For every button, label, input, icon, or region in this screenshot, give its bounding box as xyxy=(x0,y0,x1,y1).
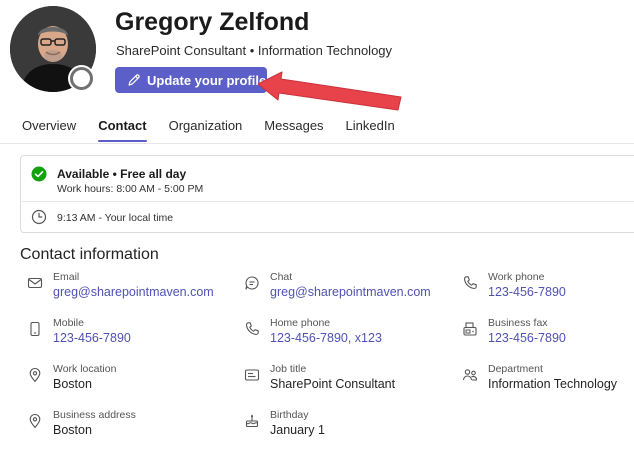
home-phone-label: Home phone xyxy=(270,317,331,329)
business-fax-label: Business fax xyxy=(488,317,548,329)
tab-contact[interactable]: Contact xyxy=(98,118,147,142)
job-title-value: SharePoint Consultant xyxy=(270,377,396,391)
tab-messages[interactable]: Messages xyxy=(264,118,323,133)
birthday-label: Birthday xyxy=(270,409,309,421)
business-address-value: Boston xyxy=(53,423,92,437)
chat-label: Chat xyxy=(270,271,293,283)
mail-icon xyxy=(27,277,43,289)
tab-organization[interactable]: Organization xyxy=(169,118,243,133)
chat-icon xyxy=(245,276,259,290)
clock-icon xyxy=(31,209,47,225)
department-value: Information Technology xyxy=(488,377,618,391)
contact-section-title: Contact information xyxy=(20,246,159,263)
tabs-divider xyxy=(0,143,634,144)
location-icon xyxy=(29,414,41,429)
phone-icon xyxy=(245,322,259,336)
work-phone-label: Work phone xyxy=(488,271,545,283)
annotation-arrow-shape xyxy=(257,71,402,111)
chat-value[interactable]: greg@sharepointmaven.com xyxy=(270,285,431,299)
business-fax-value[interactable]: 123-456-7890 xyxy=(488,331,566,345)
department-label: Department xyxy=(488,363,543,375)
work-location-value: Boston xyxy=(53,377,92,391)
availability-status: Available • Free all day xyxy=(57,167,187,181)
mobile-icon xyxy=(30,321,40,337)
email-label: Email xyxy=(53,271,80,283)
people-icon xyxy=(462,369,478,381)
birthday-value: January 1 xyxy=(270,423,325,437)
tab-overview[interactable]: Overview xyxy=(22,118,76,133)
local-time: 9:13 AM - Your local time xyxy=(57,212,174,224)
availability-card: Available • Free all day Work hours: 8:0… xyxy=(20,155,634,233)
business-address-label: Business address xyxy=(53,409,136,421)
work-phone-value[interactable]: 123-456-7890 xyxy=(488,285,566,299)
fax-icon xyxy=(463,322,477,336)
mobile-label: Mobile xyxy=(53,317,84,329)
location-icon xyxy=(29,368,41,383)
id-card-icon xyxy=(244,369,260,381)
home-phone-value[interactable]: 123-456-7890, x123 xyxy=(270,331,382,345)
job-title-label: Job title xyxy=(270,363,307,375)
email-value[interactable]: greg@sharepointmaven.com xyxy=(53,285,214,299)
card-divider xyxy=(22,201,634,202)
work-hours: Work hours: 8:00 AM - 5:00 PM xyxy=(57,183,204,195)
mobile-value[interactable]: 123-456-7890 xyxy=(53,331,131,345)
cake-icon xyxy=(245,414,259,428)
profile-tabs: Overview Contact Organization Messages L… xyxy=(22,118,417,142)
available-check-icon xyxy=(31,166,47,182)
phone-icon xyxy=(463,276,477,290)
work-location-label: Work location xyxy=(53,363,117,375)
tab-linkedin[interactable]: LinkedIn xyxy=(346,118,395,133)
